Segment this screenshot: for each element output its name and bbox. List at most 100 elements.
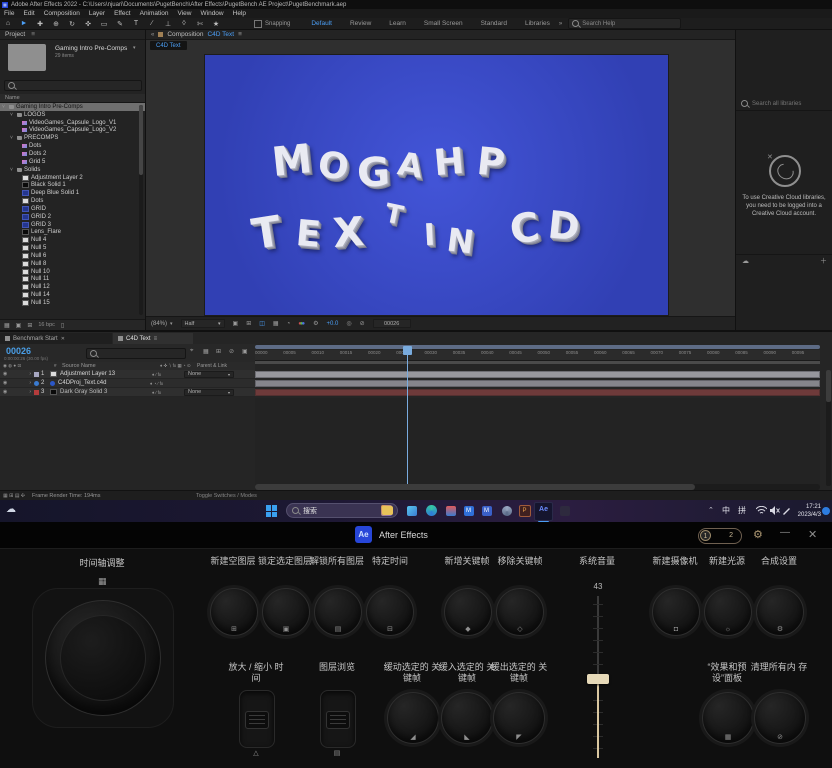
layer-switches[interactable]: ♦ ◔ ∕ fx <box>150 381 182 386</box>
app-small-icon[interactable] <box>557 503 572 518</box>
current-time-display[interactable]: 00026 <box>6 346 31 356</box>
layer-name[interactable]: Dark Gray Solid 3 <box>60 389 152 395</box>
project-item[interactable]: Dots <box>0 197 145 205</box>
preview-dropdown-icon[interactable]: ▾ <box>133 45 136 51</box>
work-area-bar[interactable] <box>255 361 820 364</box>
project-item[interactable]: Null 4 <box>0 236 145 244</box>
deck-knob-composition-settings[interactable]: ⚙ <box>756 588 804 636</box>
deck-minimize-icon[interactable]: — <box>780 527 790 538</box>
deck-knob-ease-out[interactable]: ◤ <box>493 692 545 744</box>
selection-tool-icon[interactable]: ► <box>16 20 32 27</box>
rulers-icon[interactable]: ◔ <box>287 321 291 327</box>
gear-icon[interactable]: ⚙ <box>313 320 318 327</box>
wifi-icon[interactable] <box>756 506 767 515</box>
layer-name[interactable]: C4DProj_Text.c4d <box>58 380 150 386</box>
deck-fader-layer-browse[interactable] <box>320 690 356 748</box>
workspace-tab-learn[interactable]: Learn <box>380 20 415 27</box>
clock[interactable]: 17:212023/4/3 <box>795 503 821 519</box>
project-item[interactable]: Null 8 <box>0 260 145 268</box>
playhead-line[interactable] <box>407 354 408 490</box>
project-item[interactable]: Deep Blue Solid 1 <box>0 189 145 197</box>
motion-blur-icon[interactable]: ⊘ <box>229 348 234 355</box>
parent-dropdown[interactable]: None▾ <box>184 389 234 396</box>
start-button[interactable] <box>266 505 278 517</box>
source-name-header[interactable]: Source Name <box>62 363 96 369</box>
page-toggle[interactable]: 1 2 <box>698 528 742 544</box>
type-tool-icon[interactable]: T <box>128 20 144 27</box>
layer-bar[interactable] <box>255 389 820 396</box>
deck-knob-specific-time[interactable]: ⊟ <box>366 588 414 636</box>
layer-color-chip[interactable] <box>34 372 39 377</box>
eye-icon[interactable]: ◉ <box>3 371 7 377</box>
page-2-button[interactable]: 2 <box>729 532 733 539</box>
time-ruler[interactable]: 0000000005 0001000015 0002000025 0003000… <box>255 350 820 361</box>
snapping-checkbox[interactable] <box>254 20 262 28</box>
pen-tool-icon[interactable]: ✎ <box>112 20 128 28</box>
parent-link-header[interactable]: Parent & Link <box>197 363 227 369</box>
workspace-tab-small-screen[interactable]: Small Screen <box>415 20 472 27</box>
pan-behind-tool-icon[interactable]: ✜ <box>80 20 96 28</box>
new-folder-icon[interactable]: ▣ <box>16 322 22 329</box>
layer-row[interactable]: ◉ › 2 C4DProj_Text.c4d ♦ ◔ ∕ fx <box>0 379 255 388</box>
shape-tool-icon[interactable]: ▭ <box>96 20 112 28</box>
add-library-icon[interactable]: ＋ <box>820 256 827 266</box>
orbit-tool-icon[interactable]: ↻ <box>64 20 80 28</box>
hand-tool-icon[interactable]: ✚ <box>32 20 48 28</box>
guides-icon[interactable]: ▦ <box>273 320 279 327</box>
libraries-search-input[interactable]: Search all libraries <box>741 100 827 107</box>
project-item[interactable]: Adjustment Layer 2 <box>0 174 145 182</box>
render-queue-icons[interactable]: ▦ ⊞ ▤ ✣ <box>3 493 25 499</box>
search-help-input[interactable]: Search Help <box>568 18 681 29</box>
new-comp-icon[interactable]: ⊞ <box>27 322 32 329</box>
interpret-footage-icon[interactable]: ▦ <box>4 322 10 329</box>
home-tool-icon[interactable]: ⌂ <box>0 20 16 27</box>
sync-cloud-icon[interactable]: ☁ <box>742 257 749 265</box>
eye-icon[interactable]: ◉ <box>3 389 7 395</box>
deck-close-icon[interactable]: ✕ <box>808 528 817 541</box>
tray-chevron-icon[interactable]: ⌃ <box>708 506 714 514</box>
volume-slider-handle[interactable] <box>587 674 609 684</box>
workspace-tab-libraries[interactable]: Libraries <box>516 20 559 27</box>
project-item[interactable]: ˅PRECOMPS <box>0 134 145 142</box>
show-snapshot-icon[interactable]: ⊘ <box>360 320 365 327</box>
speaker-muted-icon[interactable] <box>770 506 780 515</box>
timeline-vscrollbar[interactable] <box>826 370 831 486</box>
app-blue-icon[interactable]: M <box>461 503 476 518</box>
caret-icon[interactable]: › <box>29 389 31 395</box>
channel-icon[interactable]: ●●● <box>298 321 305 327</box>
composition-viewer[interactable]: M O G A H P T E X T I N C D <box>205 55 668 315</box>
project-item[interactable]: ˅Solids <box>0 166 145 174</box>
app-swirl-icon[interactable] <box>499 503 514 518</box>
snapshot-camera-icon[interactable]: ◎ <box>346 320 351 327</box>
project-item[interactable]: GRID 2 <box>0 213 145 221</box>
deck-knob-effects-presets-panel[interactable]: ▦ <box>702 692 754 744</box>
workspace-tab-review[interactable]: Review <box>341 20 380 27</box>
project-tab[interactable]: Project <box>5 31 25 38</box>
close-icon[interactable]: ✕ <box>61 336 65 342</box>
project-item[interactable]: Null 15 <box>0 299 145 307</box>
layer-switches[interactable]: ♦ ∕ fx <box>152 372 184 377</box>
layer-bar[interactable] <box>255 371 820 378</box>
panel-menu-icon[interactable]: ≡ <box>154 336 158 342</box>
page-1-button[interactable]: 1 <box>700 530 711 541</box>
project-item[interactable]: GRID 3 <box>0 221 145 229</box>
name-column-header[interactable]: Name <box>5 95 20 101</box>
mask-visibility-icon[interactable]: ◫ <box>259 320 265 327</box>
menu-composition[interactable]: Composition <box>44 10 80 17</box>
layer-bar[interactable] <box>255 380 820 387</box>
project-item[interactable]: ˅LOGOS <box>0 111 145 119</box>
frame-blend-icon[interactable]: ⊞ <box>216 348 221 355</box>
project-item[interactable]: ˅Gaming Intro Pre-Comps <box>0 103 145 111</box>
toggle-switches-label[interactable]: Toggle Switches / Modes <box>196 493 257 499</box>
menu-animation[interactable]: Animation <box>140 10 169 17</box>
menu-help[interactable]: Help <box>233 10 246 17</box>
timeline-tab-benchmark-start[interactable]: Benchmark Start ✕ <box>0 333 112 344</box>
time-navigator[interactable] <box>255 345 820 349</box>
pen-icon[interactable] <box>782 506 791 515</box>
graph-editor-icon[interactable]: ▣ <box>242 348 248 355</box>
panel-menu-icon[interactable]: ≡ <box>238 31 242 38</box>
project-item[interactable]: Dots <box>0 142 145 150</box>
caret-icon[interactable]: › <box>29 380 31 386</box>
deck-fader-zoom-time[interactable] <box>239 690 275 748</box>
workspace-overflow-icon[interactable]: » <box>559 21 562 27</box>
